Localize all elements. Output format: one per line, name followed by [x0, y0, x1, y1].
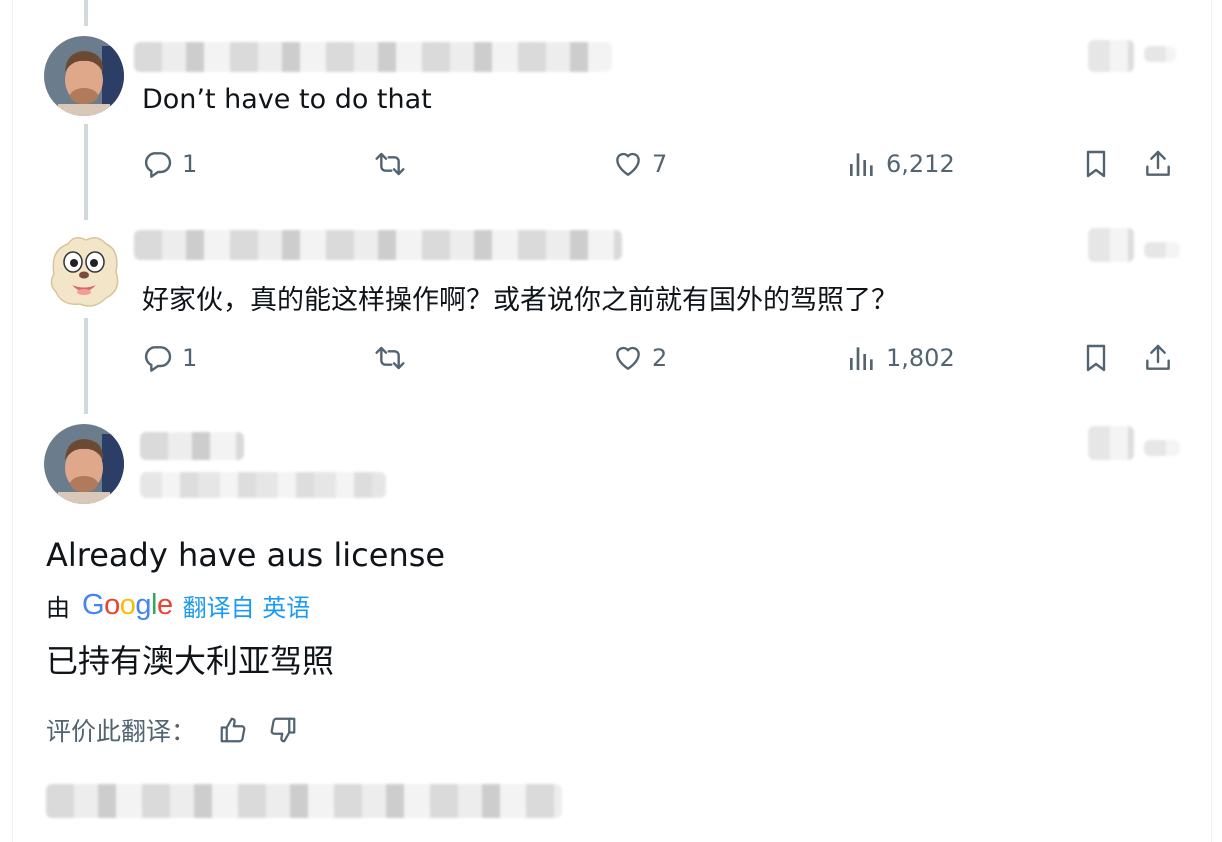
translation-link[interactable]: 翻译自 英语 — [183, 588, 311, 623]
share-button[interactable] — [1142, 144, 1174, 184]
google-logo: Google — [82, 589, 173, 621]
action-bar: 1 7 6,212 — [142, 144, 1182, 184]
bookmark-button[interactable] — [1080, 338, 1112, 378]
views-count: 6,212 — [886, 150, 955, 178]
thumbs-up-button[interactable] — [218, 715, 248, 745]
share-icon — [1146, 150, 1170, 176]
views-icon — [850, 153, 873, 176]
blurred-timestamp — [1088, 228, 1134, 262]
bookmark-button[interactable] — [1080, 144, 1112, 184]
avatar[interactable] — [44, 424, 124, 504]
blurred-handle[interactable] — [140, 472, 386, 498]
views-count: 1,802 — [886, 344, 955, 372]
reply-text: Don’t have to do that — [142, 84, 432, 115]
retweet-icon — [375, 346, 405, 370]
thumbs-down-button[interactable] — [268, 715, 298, 745]
avatar[interactable] — [44, 36, 124, 116]
thread-line — [84, 318, 88, 414]
translation-prefix: 由 — [46, 594, 70, 622]
thumbs-down-icon — [270, 717, 296, 743]
share-icon — [1146, 344, 1170, 370]
reply-count: 1 — [182, 344, 198, 372]
reply-icon — [144, 152, 172, 178]
bookmark-icon — [1086, 344, 1106, 372]
like-button[interactable]: 7 — [612, 144, 667, 184]
like-count: 2 — [652, 344, 668, 372]
blurred-timestamp — [1088, 40, 1134, 72]
avatar[interactable] — [44, 230, 124, 310]
share-button[interactable] — [1142, 338, 1174, 378]
translation-attribution: 由 Google 翻译自 英语 — [46, 588, 310, 623]
rate-label: 评价此翻译： — [46, 717, 197, 746]
blurred-more — [1144, 242, 1180, 258]
views-icon — [850, 347, 873, 370]
bookmark-icon — [1086, 150, 1106, 178]
thread-line — [84, 0, 88, 26]
like-icon — [616, 152, 640, 176]
reply-icon — [144, 346, 172, 372]
blurred-more — [1144, 46, 1176, 62]
views-button[interactable]: 1,802 — [846, 338, 955, 378]
blurred-username — [134, 42, 612, 72]
blurred-username — [134, 230, 622, 260]
action-bar: 1 2 1,802 — [142, 338, 1182, 378]
translated-text: 已持有澳大利亚驾照 — [46, 642, 335, 680]
thread-line — [84, 124, 88, 220]
like-button[interactable]: 2 — [612, 338, 667, 378]
reply-button[interactable]: 1 — [142, 144, 197, 184]
retweet-button[interactable] — [374, 338, 406, 378]
blurred-timestamp-views — [46, 784, 562, 818]
blurred-display-name[interactable] — [140, 432, 244, 460]
reply-button[interactable]: 1 — [142, 338, 197, 378]
reply-text: 好家伙，真的能这样操作啊？或者说你之前就有国外的驾照了？ — [142, 285, 898, 316]
blurred-follow[interactable] — [1088, 426, 1134, 460]
retweet-icon — [375, 152, 405, 176]
reply-count: 1 — [182, 150, 198, 178]
blurred-more[interactable] — [1144, 440, 1180, 456]
rate-translation: 评价此翻译： — [46, 712, 298, 748]
retweet-button[interactable] — [374, 144, 406, 184]
tweet-text: Already have aus license — [46, 536, 446, 574]
thumbs-up-icon — [220, 717, 246, 743]
like-count: 7 — [652, 150, 668, 178]
views-button[interactable]: 6,212 — [846, 144, 955, 184]
like-icon — [616, 346, 640, 370]
